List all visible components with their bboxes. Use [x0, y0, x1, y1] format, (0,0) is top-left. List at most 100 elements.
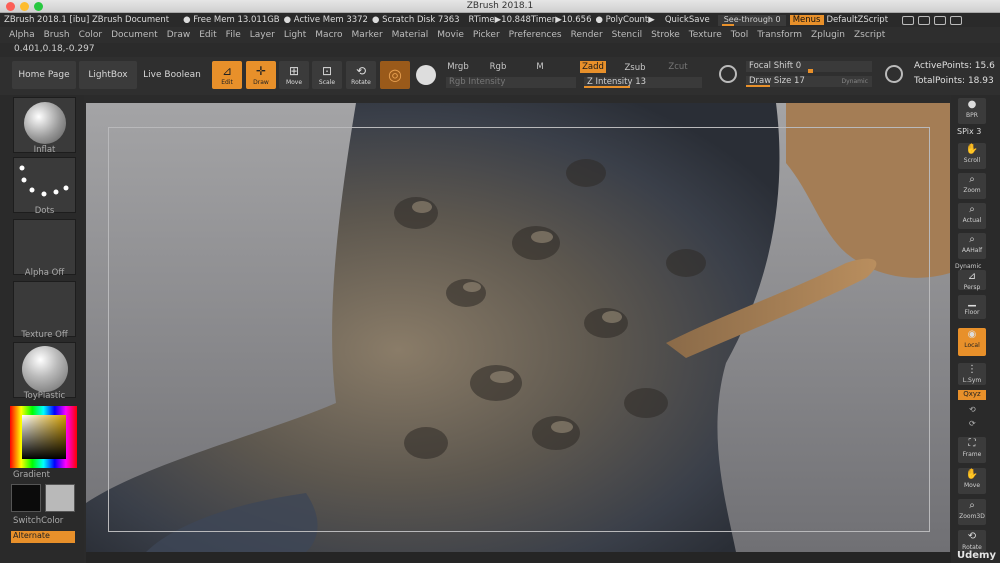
menu-stroke[interactable]: Stroke	[651, 30, 680, 40]
zadd-button[interactable]: Zadd	[580, 61, 606, 73]
menu-layer[interactable]: Layer	[250, 30, 275, 40]
menu-movie[interactable]: Movie	[437, 30, 464, 40]
menus-toggle[interactable]: Menus	[789, 15, 824, 25]
fullscreen-icon[interactable]	[950, 15, 963, 25]
lsym-label: L.Sym	[962, 377, 982, 384]
move-tool-button[interactable]: ⊞ Move	[279, 61, 309, 89]
zoom-button[interactable]: ⌕ Zoom	[958, 173, 986, 199]
rotate-small-icon-2[interactable]: ⟳	[969, 419, 976, 428]
floor-icon: ▁	[968, 296, 976, 307]
window-titlebar: ZBrush 2018.1	[0, 0, 1000, 13]
draw-size-slider[interactable]: Draw Size 17 Dynamic	[746, 76, 872, 87]
zoom3d-button[interactable]: ⌕ Zoom3D	[958, 499, 986, 525]
menu-material[interactable]: Material	[392, 30, 429, 40]
aahalf-button[interactable]: ⌕ AAHalf	[958, 233, 986, 259]
actual-button[interactable]: ⌕ Actual	[958, 203, 986, 229]
focal-icon[interactable]	[719, 65, 737, 83]
actual-icon: ⌕	[969, 204, 975, 215]
menu-marker[interactable]: Marker	[352, 30, 383, 40]
secondary-color-swatch[interactable]	[45, 484, 75, 512]
menu-zplugin[interactable]: Zplugin	[811, 30, 845, 40]
m-button[interactable]: M	[533, 61, 547, 73]
menu-render[interactable]: Render	[571, 30, 603, 40]
zsub-button[interactable]: Zsub	[623, 62, 647, 74]
bottom-tray-bar[interactable]	[86, 552, 951, 563]
see-through-label: See-through 0	[723, 14, 781, 24]
material-swatch-button[interactable]: ◎	[380, 61, 410, 89]
menu-transform[interactable]: Transform	[757, 30, 802, 40]
move-icon: ⊞	[288, 64, 300, 78]
material-thumbnail[interactable]	[13, 342, 76, 398]
persp-button[interactable]: ⊿ Persp	[958, 270, 986, 291]
menu-alpha[interactable]: Alpha	[9, 30, 35, 40]
texture-thumbnail[interactable]	[13, 281, 76, 337]
menu-texture[interactable]: Texture	[689, 30, 722, 40]
primary-color-swatch[interactable]	[11, 484, 41, 512]
focal-shift-slider[interactable]: Focal Shift 0	[746, 61, 872, 73]
move-view-button[interactable]: ✋ Move	[958, 468, 986, 494]
rotate-view-button[interactable]: ⟲ Rotate	[958, 530, 986, 552]
rotate-icon: ⟲	[355, 64, 367, 78]
live-boolean-button[interactable]: Live Boolean	[140, 61, 204, 89]
draw-tool-button[interactable]: ✛ Draw	[246, 61, 276, 89]
canvas-viewport[interactable]	[86, 103, 950, 552]
menu-draw[interactable]: Draw	[167, 30, 191, 40]
rotate-tool-button[interactable]: ⟲ Rotate	[346, 61, 376, 89]
edit-tool-button[interactable]: ⊿ Edit	[212, 61, 242, 89]
menu-picker[interactable]: Picker	[473, 30, 500, 40]
floor-button[interactable]: ▁ Floor	[958, 295, 986, 319]
rgb-intensity-slider[interactable]: Rgb Intensity	[446, 77, 576, 88]
lightbox-button[interactable]: LightBox	[79, 61, 137, 89]
color-picker-square[interactable]	[22, 415, 66, 459]
switchcolor-button[interactable]: SwitchColor	[13, 516, 76, 526]
default-zscript[interactable]: DefaultZScript	[827, 15, 889, 25]
aahalf-icon: ⌕	[969, 234, 975, 245]
local-button[interactable]: ◉ Local	[958, 328, 986, 356]
pivot-icon[interactable]	[885, 65, 903, 83]
menu-zscript[interactable]: Zscript	[854, 30, 885, 40]
alternate-button[interactable]: Alternate	[11, 531, 75, 543]
focal-shift-knob	[808, 69, 813, 73]
menu-document[interactable]: Document	[111, 30, 158, 40]
frame-label: Frame	[962, 451, 982, 458]
color-picker[interactable]	[10, 406, 77, 468]
stroke-thumbnail[interactable]	[13, 157, 76, 213]
quicksave-button[interactable]: QuickSave	[665, 15, 710, 25]
layout-icon[interactable]	[902, 15, 915, 25]
windowed-icon[interactable]	[934, 15, 947, 25]
timer: Timer▶10.656	[530, 15, 592, 25]
menu-edit[interactable]: Edit	[199, 30, 216, 40]
zcut-button[interactable]: Zcut	[666, 61, 690, 73]
menu-color[interactable]: Color	[79, 30, 103, 40]
menu-stencil[interactable]: Stencil	[612, 30, 642, 40]
menu-preferences[interactable]: Preferences	[509, 30, 562, 40]
local-label: Local	[964, 342, 980, 349]
scroll-button[interactable]: ✋ Scroll	[958, 143, 986, 169]
menu-macro[interactable]: Macro	[315, 30, 342, 40]
alpha-label: Alpha Off	[24, 268, 65, 278]
move-label: Move	[285, 79, 303, 86]
see-through-slider[interactable]: See-through 0	[717, 14, 786, 26]
rotate-small-icon[interactable]: ⟲	[969, 405, 976, 414]
alpha-thumbnail[interactable]	[13, 219, 76, 275]
menu-file[interactable]: File	[226, 30, 241, 40]
z-intensity-slider[interactable]: Z Intensity 13	[584, 77, 702, 88]
color-swatch-icon[interactable]	[416, 65, 436, 85]
menu-light[interactable]: Light	[284, 30, 306, 40]
menu-brush[interactable]: Brush	[44, 30, 70, 40]
dynamic-label-right: Dynamic	[955, 263, 982, 270]
menu-tool[interactable]: Tool	[731, 30, 748, 40]
active-mem: ● Active Mem 3372	[283, 15, 368, 25]
rgb-button[interactable]: Rgb	[488, 61, 508, 73]
mrgb-button[interactable]: Mrgb	[446, 61, 470, 73]
lsym-button[interactable]: ⋮ L.Sym	[958, 363, 986, 385]
spix-slider[interactable]: SPix 3	[957, 127, 989, 136]
frame-button[interactable]: ⛶ Frame	[958, 437, 986, 463]
palette-icon[interactable]	[918, 15, 931, 25]
bpr-button[interactable]: ● BPR	[958, 98, 986, 124]
brush-label: Inflat	[33, 145, 56, 155]
scale-tool-button[interactable]: ⊡ Scale	[312, 61, 342, 89]
udemy-watermark: Udemy	[957, 550, 996, 561]
home-page-button[interactable]: Home Page	[12, 61, 76, 89]
xyz-button[interactable]: Qxyz	[958, 390, 986, 400]
